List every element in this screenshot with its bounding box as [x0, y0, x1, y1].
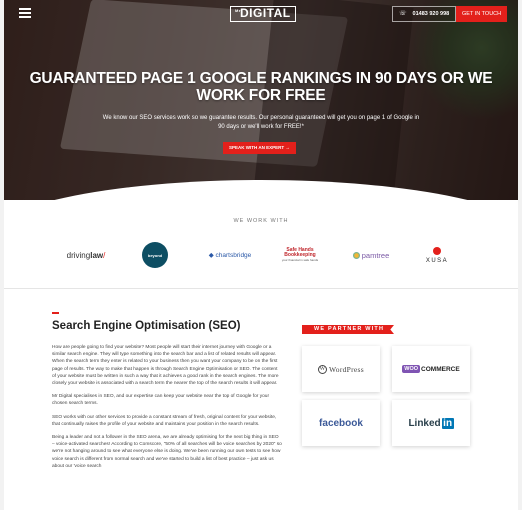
client-logo-safehands: Safe Hands Bookkeeping your financial in…: [281, 246, 319, 262]
client-logo-pamtree: pamtree: [341, 240, 401, 270]
seo-heading: Search Engine Optimisation (SEO): [52, 320, 241, 332]
partner-linkedin: Linked in: [392, 400, 470, 446]
client-logo-xusa: XUSA: [414, 240, 460, 270]
site-logo[interactable]: MrDIGITAL: [230, 6, 296, 22]
partner-wordpress: W WordPress: [302, 346, 380, 392]
hero-section: MrDIGITAL ☏ 01483 920 998 GET IN TOUCH GU…: [4, 0, 518, 200]
speak-with-expert-button[interactable]: SPEAK WITH AN EXPERT →: [223, 142, 296, 154]
we-work-with-title: WE WORK WITH: [233, 218, 289, 224]
page: MrDIGITAL ☏ 01483 920 998 GET IN TOUCH GU…: [4, 0, 518, 510]
partner-woocommerce: WOO COMMERCE: [392, 346, 470, 392]
phone-link[interactable]: ☏ 01483 920 998: [392, 6, 457, 22]
seo-body-text: How are people going to find your websit…: [52, 345, 282, 469]
get-in-touch-button[interactable]: GET IN TOUCH: [456, 6, 508, 22]
client-logo-beyond: beyond: [141, 240, 169, 270]
client-logo-chartsbridge: ◆ chartsbridge: [208, 251, 252, 260]
hero-title: GUARANTEED PAGE 1 GOOGLE RANKINGS IN 90 …: [29, 70, 493, 104]
partner-facebook: facebook: [302, 400, 380, 446]
phone-icon: ☏: [399, 11, 407, 17]
client-logo-drivinglaw: driving law /: [66, 250, 106, 260]
wordpress-icon: W: [317, 364, 327, 374]
hero-subtitle: We know our SEO services work so we guar…: [102, 115, 420, 130]
section-divider: [4, 288, 518, 289]
we-partner-with-title: WE PARTNER WITH: [302, 325, 394, 334]
heading-accent: [52, 312, 59, 314]
menu-icon[interactable]: [19, 8, 31, 18]
